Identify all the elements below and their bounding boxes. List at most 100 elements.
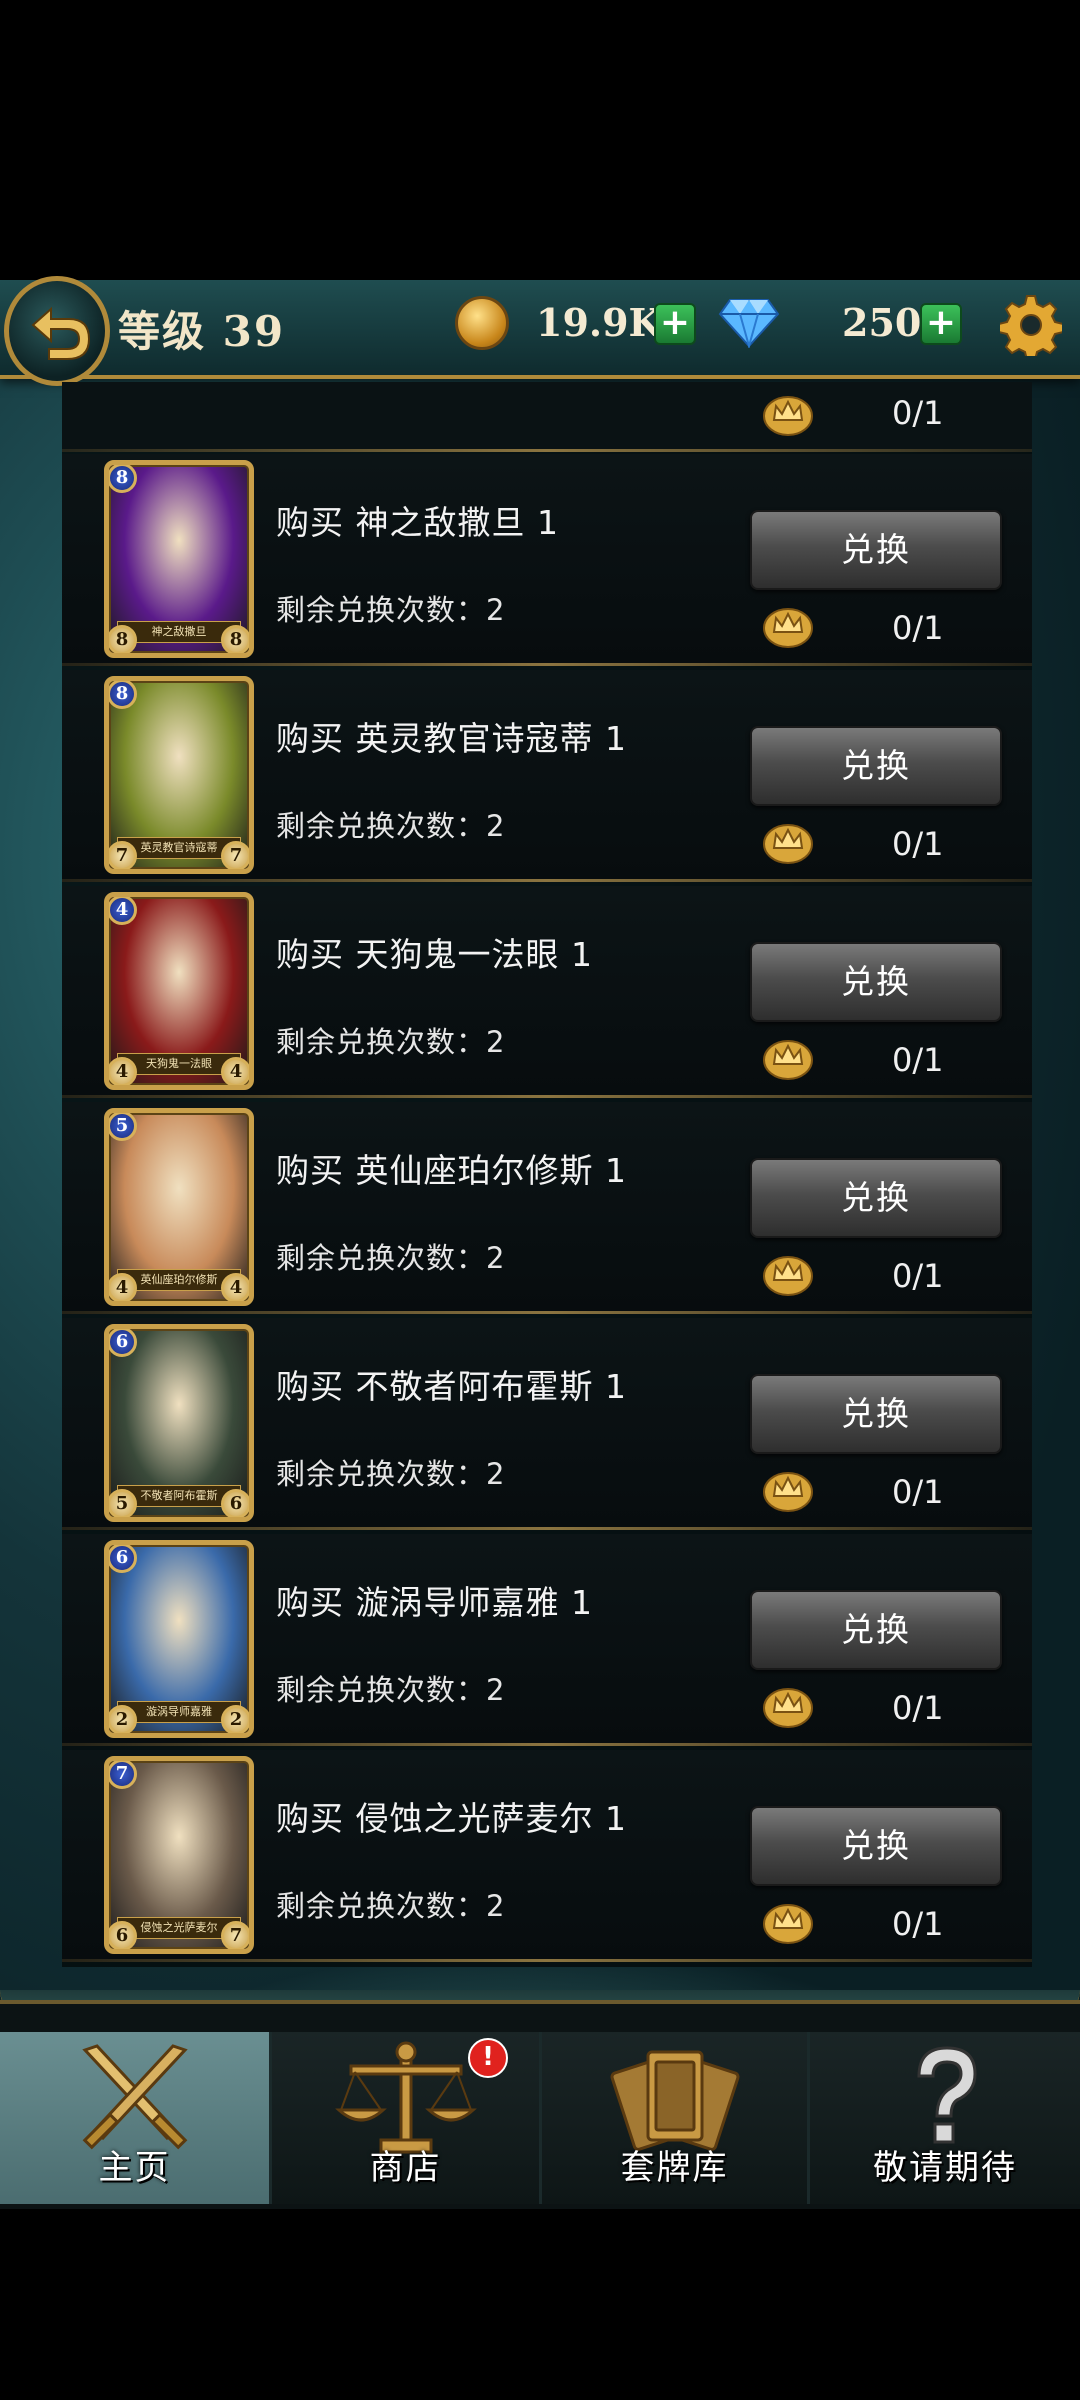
purchase-title: 购买 英仙座珀尔修斯 1 — [276, 1151, 627, 1190]
card-health: 2 — [221, 1705, 249, 1733]
exchange-progress: 0/1 — [892, 1041, 944, 1079]
list-item: 7 侵蚀之光萨麦尔 6 7 购买 侵蚀之光萨麦尔 1 剩余兑换次数：2 兑换 0… — [62, 1750, 1032, 1962]
purchase-title: 购买 漩涡导师嘉雅 1 — [276, 1583, 593, 1622]
nav-coming-soon[interactable]: 敬请期待 — [810, 2032, 1080, 2204]
crown-token-icon — [763, 1256, 813, 1296]
card-health: 7 — [221, 1921, 249, 1949]
exchange-list[interactable]: 0/1 8 神之敌撒旦 8 8 购买 神之敌撒旦 1 剩余兑换次数：2 兑换 0… — [62, 382, 1032, 1967]
gem-balance: 250 — [842, 300, 922, 345]
card-cost: 8 — [109, 681, 137, 709]
row-divider — [62, 879, 1032, 882]
card-attack: 5 — [109, 1489, 137, 1517]
list-item: 8 英灵教官诗寇蒂 7 7 购买 英灵教官诗寇蒂 1 剩余兑换次数：2 兑换 0… — [62, 670, 1032, 882]
purchase-title: 购买 不敬者阿布霍斯 1 — [276, 1367, 627, 1406]
gear-icon[interactable] — [1000, 294, 1062, 356]
purchase-title: 购买 神之敌撒旦 1 — [276, 503, 559, 542]
back-arrow-icon — [31, 306, 91, 360]
list-item: 6 漩涡导师嘉雅 2 2 购买 漩涡导师嘉雅 1 剩余兑换次数：2 兑换 0/1 — [62, 1534, 1032, 1746]
add-coins-button[interactable]: + — [654, 303, 696, 345]
nav-coming-soon-label: 敬请期待 — [873, 2148, 1017, 2188]
card-health: 4 — [221, 1057, 249, 1085]
exchange-button[interactable]: 兑换 — [750, 1374, 1002, 1454]
game-screen: 等级 39 19.9K + 250 + 0/1 8 神之敌撒旦 8 8 购买 神… — [0, 0, 1080, 2400]
card-thumbnail[interactable]: 8 神之敌撒旦 8 8 — [104, 460, 254, 658]
back-button[interactable] — [4, 276, 110, 386]
row-divider — [62, 1959, 1032, 1962]
nav-deck-library-label: 套牌库 — [620, 2148, 729, 2188]
card-attack: 6 — [109, 1921, 137, 1949]
gold-coin-icon — [455, 296, 509, 350]
remaining-exchanges: 剩余兑换次数：2 — [276, 1241, 506, 1275]
row-divider — [62, 1095, 1032, 1098]
exchange-button[interactable]: 兑换 — [750, 1806, 1002, 1886]
crown-token-icon — [763, 1040, 813, 1080]
row-divider — [62, 663, 1032, 666]
card-attack: 4 — [109, 1273, 137, 1301]
card-thumbnail[interactable]: 8 英灵教官诗寇蒂 7 7 — [104, 676, 254, 874]
exchange-button[interactable]: 兑换 — [750, 1590, 1002, 1670]
card-thumbnail[interactable]: 4 天狗鬼一法眼 4 4 — [104, 892, 254, 1090]
exchange-progress: 0/1 — [892, 394, 944, 432]
card-cost: 6 — [109, 1329, 137, 1357]
purchase-title: 购买 英灵教官诗寇蒂 1 — [276, 719, 627, 758]
exchange-progress: 0/1 — [892, 609, 944, 647]
card-health: 4 — [221, 1273, 249, 1301]
remaining-exchanges: 剩余兑换次数：2 — [276, 1025, 506, 1059]
exchange-progress: 0/1 — [892, 1473, 944, 1511]
coin-balance: 19.9K — [536, 300, 662, 345]
crown-token-icon — [763, 396, 813, 436]
card-thumbnail[interactable]: 6 不敬者阿布霍斯 5 6 — [104, 1324, 254, 1522]
remaining-exchanges: 剩余兑换次数：2 — [276, 1673, 506, 1707]
remaining-exchanges: 剩余兑换次数：2 — [276, 1889, 506, 1923]
exchange-progress: 0/1 — [892, 825, 944, 863]
card-thumbnail[interactable]: 7 侵蚀之光萨麦尔 6 7 — [104, 1756, 254, 1954]
diamond-icon — [718, 299, 780, 348]
crown-token-icon — [763, 1688, 813, 1728]
card-thumbnail[interactable]: 5 英仙座珀尔修斯 4 4 — [104, 1108, 254, 1306]
row-divider — [62, 1743, 1032, 1746]
exchange-button[interactable]: 兑换 — [750, 510, 1002, 590]
list-item: 0/1 — [62, 382, 1032, 452]
crown-token-icon — [763, 1904, 813, 1944]
exchange-button[interactable]: 兑换 — [750, 726, 1002, 806]
card-attack: 7 — [109, 841, 137, 869]
nav-deck-library[interactable]: 套牌库 — [542, 2032, 810, 2204]
nav-home-label: 主页 — [98, 2148, 171, 2188]
crown-token-icon — [763, 608, 813, 648]
list-item: 4 天狗鬼一法眼 4 4 购买 天狗鬼一法眼 1 剩余兑换次数：2 兑换 0/1 — [62, 886, 1032, 1098]
card-health: 8 — [221, 625, 249, 653]
purchase-title: 购买 侵蚀之光萨麦尔 1 — [276, 1799, 627, 1838]
exchange-button[interactable]: 兑换 — [750, 942, 1002, 1022]
nav-home[interactable]: 主页 — [0, 2032, 272, 2204]
card-cost: 4 — [109, 897, 137, 925]
purchase-title: 购买 天狗鬼一法眼 1 — [276, 935, 593, 974]
card-health: 6 — [221, 1489, 249, 1517]
add-gems-button[interactable]: + — [920, 303, 962, 345]
row-divider — [62, 1311, 1032, 1314]
row-divider — [62, 1527, 1032, 1530]
card-cost: 6 — [109, 1545, 137, 1573]
exchange-button[interactable]: 兑换 — [750, 1158, 1002, 1238]
crown-token-icon — [763, 824, 813, 864]
card-health: 7 — [221, 841, 249, 869]
nav-shop-label: 商店 — [369, 2148, 442, 2188]
row-divider — [62, 449, 1032, 452]
card-attack: 2 — [109, 1705, 137, 1733]
card-thumbnail[interactable]: 6 漩涡导师嘉雅 2 2 — [104, 1540, 254, 1738]
exchange-progress: 0/1 — [892, 1257, 944, 1295]
exchange-progress: 0/1 — [892, 1905, 944, 1943]
list-item: 6 不敬者阿布霍斯 5 6 购买 不敬者阿布霍斯 1 剩余兑换次数：2 兑换 0… — [62, 1318, 1032, 1530]
player-level: 等级 39 — [118, 307, 286, 356]
exchange-progress: 0/1 — [892, 1689, 944, 1727]
card-cost: 8 — [109, 465, 137, 493]
card-attack: 4 — [109, 1057, 137, 1085]
crown-token-icon — [763, 1472, 813, 1512]
card-cost: 7 — [109, 1761, 137, 1789]
remaining-exchanges: 剩余兑换次数：2 — [276, 1457, 506, 1491]
card-attack: 8 — [109, 625, 137, 653]
remaining-exchanges: 剩余兑换次数：2 — [276, 809, 506, 843]
list-item: 8 神之敌撒旦 8 8 购买 神之敌撒旦 1 剩余兑换次数：2 兑换 0/1 — [62, 454, 1032, 666]
list-item: 5 英仙座珀尔修斯 4 4 购买 英仙座珀尔修斯 1 剩余兑换次数：2 兑换 0… — [62, 1102, 1032, 1314]
notification-badge: ! — [468, 2038, 508, 2078]
remaining-exchanges: 剩余兑换次数：2 — [276, 593, 506, 627]
